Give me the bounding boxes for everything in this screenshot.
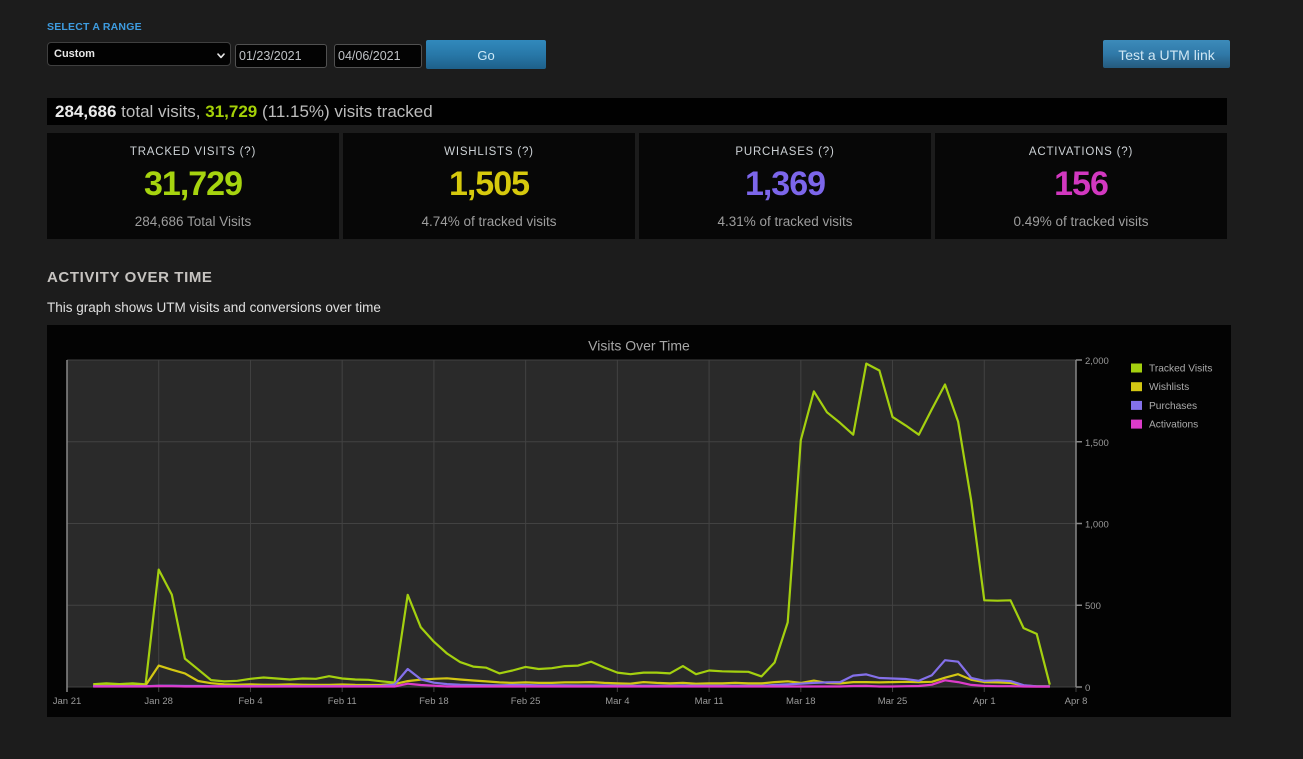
svg-text:Apr 1: Apr 1 [973,696,996,707]
svg-text:Feb 18: Feb 18 [419,696,449,707]
svg-text:1,500: 1,500 [1085,438,1109,449]
svg-text:Feb 4: Feb 4 [238,696,262,707]
svg-text:Apr 8: Apr 8 [1065,696,1088,707]
svg-text:Tracked Visits: Tracked Visits [1149,364,1212,375]
svg-text:0: 0 [1085,683,1090,694]
svg-text:Feb 11: Feb 11 [328,696,357,707]
svg-text:Mar 4: Mar 4 [605,696,629,707]
svg-text:Mar 11: Mar 11 [695,696,724,707]
svg-text:500: 500 [1085,601,1101,612]
svg-text:Wishlists: Wishlists [1149,382,1189,393]
svg-text:2,000: 2,000 [1085,356,1109,367]
svg-text:Jan 28: Jan 28 [144,696,173,707]
svg-text:Mar 18: Mar 18 [786,696,816,707]
svg-text:Visits Over Time: Visits Over Time [588,338,690,354]
svg-text:Mar 25: Mar 25 [878,696,908,707]
svg-text:Jan 21: Jan 21 [53,696,82,707]
svg-text:Feb 25: Feb 25 [511,696,541,707]
svg-text:1,000: 1,000 [1085,520,1109,531]
svg-text:Purchases: Purchases [1149,401,1197,412]
svg-text:Activations: Activations [1149,420,1198,431]
